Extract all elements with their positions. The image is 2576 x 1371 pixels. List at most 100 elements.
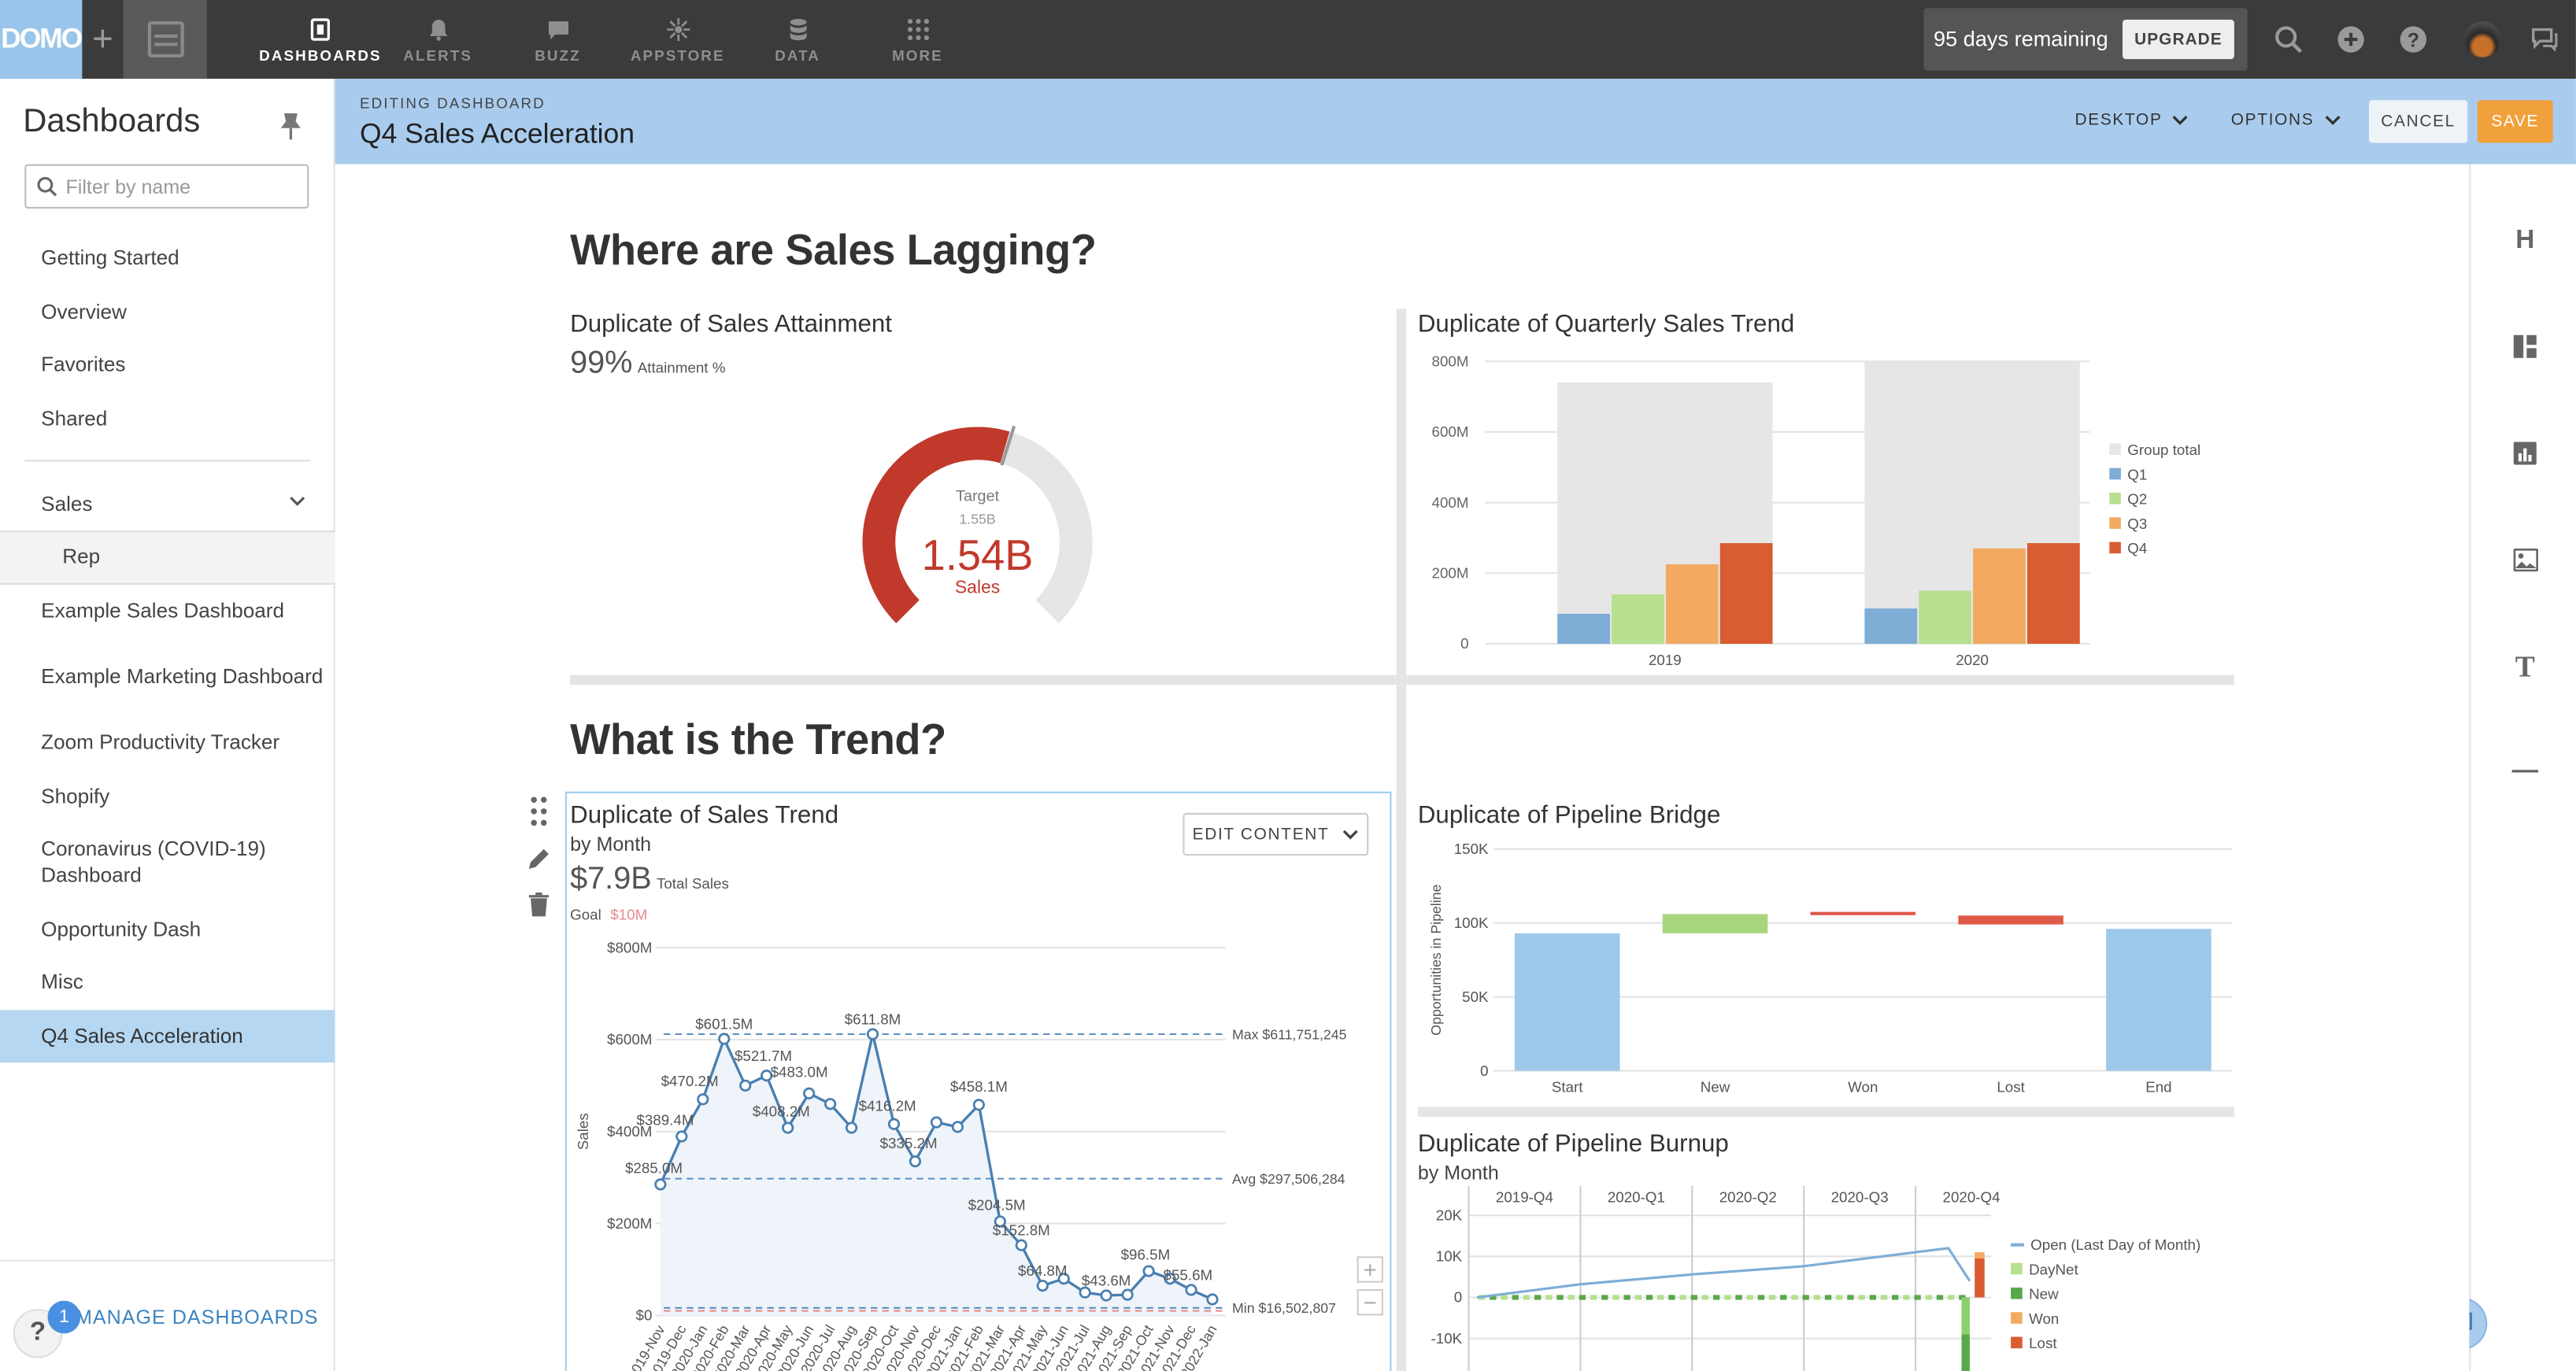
manage-dashboards-link[interactable]: MANAGE DASHBOARDS xyxy=(76,1306,319,1329)
row-resize-handle[interactable] xyxy=(570,674,2234,686)
bar-q3 xyxy=(1665,564,1719,644)
legend-item[interactable]: New xyxy=(2011,1281,2200,1306)
trash-icon[interactable] xyxy=(524,890,554,920)
edit-content-button[interactable]: EDIT CONTENT xyxy=(1183,812,1369,856)
search-button[interactable] xyxy=(2272,23,2305,56)
filter-input[interactable] xyxy=(65,172,296,202)
y-tick-label: -10K xyxy=(1431,1330,1463,1347)
legend-item[interactable]: Open (Last Day of Month) xyxy=(2011,1232,2200,1256)
sales-trend-summary: $7.9B Total Sales xyxy=(570,863,729,899)
nav-data[interactable]: DATA xyxy=(738,0,857,79)
legend-item[interactable]: Q1 xyxy=(2109,461,2200,486)
desktop-dropdown[interactable]: DESKTOP xyxy=(2075,112,2189,130)
sales-trend-chart: $800M$600M$400M$200M$0SalesMax $611,751,… xyxy=(575,939,1347,1371)
add-image-button[interactable] xyxy=(2510,545,2540,575)
bar-daynet xyxy=(1869,1295,1877,1300)
sidebar-item-sales[interactable]: Sales xyxy=(0,477,335,530)
sidebar-item-example-marketing-dashboard[interactable]: Example Marketing Dashboard xyxy=(0,637,335,716)
messages-button[interactable] xyxy=(2528,23,2561,56)
x-tick-label: Won xyxy=(1848,1079,1878,1096)
nav-buzz[interactable]: BUZZ xyxy=(498,0,617,79)
attainment-card-title[interactable]: Duplicate of Sales Attainment xyxy=(570,310,892,338)
editing-label: EDITING DASHBOARD xyxy=(359,95,546,112)
sidebar-item-favorites[interactable]: Favorites xyxy=(0,338,335,392)
add-plus-button[interactable]: + xyxy=(82,0,123,79)
sidebar-item-coronavirus-dashboard[interactable]: Coronavirus (COVID-19) Dashboard xyxy=(0,823,335,902)
domo-logo[interactable]: DOMO xyxy=(0,0,83,79)
nav-dashboards[interactable]: DASHBOARDS xyxy=(259,0,380,79)
bar-lost xyxy=(1958,915,2063,925)
legend-item[interactable]: Won xyxy=(2011,1306,2200,1330)
sidebar-item-opportunity-dash[interactable]: Opportunity Dash xyxy=(0,902,335,955)
bar-daynet xyxy=(1579,1295,1586,1300)
nav-appstore[interactable]: APPSTORE xyxy=(618,0,738,79)
zoom-in-button[interactable]: + xyxy=(1356,1256,1384,1283)
bar-daynet xyxy=(1724,1295,1731,1300)
pencil-icon[interactable] xyxy=(524,844,554,874)
legend-item[interactable]: Q3 xyxy=(2109,511,2200,535)
upgrade-button[interactable]: UPGRADE xyxy=(2123,20,2234,60)
column-resize-handle[interactable] xyxy=(1396,794,1407,1371)
data-point xyxy=(972,1099,985,1111)
add-separator-button[interactable]: — xyxy=(2510,757,2540,787)
legend-item[interactable]: Q2 xyxy=(2109,486,2200,511)
legend-item[interactable]: Group total xyxy=(2109,437,2200,461)
sidebar-item-example-sales-dashboard[interactable]: Example Sales Dashboard xyxy=(0,584,335,637)
data-label: $611.8M xyxy=(845,1011,901,1027)
drag-handle-icon[interactable] xyxy=(524,795,554,828)
legend-label: New xyxy=(2029,1284,2059,1302)
y-tick-label: 10K xyxy=(1436,1248,1463,1265)
cancel-button[interactable]: CANCEL xyxy=(2369,100,2468,143)
row-resize-handle[interactable] xyxy=(1417,1107,2234,1117)
options-dropdown[interactable]: OPTIONS xyxy=(2231,112,2341,130)
section-heading-trend: What is the Trend? xyxy=(570,714,946,764)
sidebar-item-q4-sales-acceleration[interactable]: Q4 Sales Acceleration xyxy=(0,1009,335,1063)
legend-label: Won xyxy=(2029,1310,2060,1327)
nav-more[interactable]: MORE xyxy=(857,0,977,79)
legend-swatch xyxy=(2109,517,2121,529)
column-resize-handle[interactable] xyxy=(1396,309,1407,838)
user-avatar[interactable] xyxy=(2464,21,2500,58)
save-button[interactable]: SAVE xyxy=(2477,100,2553,143)
bar-new xyxy=(1961,1334,1970,1371)
bar-daynet xyxy=(1545,1295,1553,1300)
bar-new xyxy=(1662,914,1768,933)
edit-content-label: EDIT CONTENT xyxy=(1192,825,1330,844)
create-button[interactable] xyxy=(2334,23,2367,56)
pin-button[interactable] xyxy=(279,112,302,142)
help-button[interactable]: ? xyxy=(2396,23,2430,56)
app-grid-button[interactable] xyxy=(123,0,207,79)
sidebar-item-rep[interactable]: Rep xyxy=(0,530,335,584)
add-text-button[interactable]: T xyxy=(2510,649,2540,682)
legend-item[interactable]: DayNet xyxy=(2011,1256,2200,1280)
add-layout-button[interactable] xyxy=(2510,332,2540,362)
sidebar-item-overview[interactable]: Overview xyxy=(0,285,335,338)
sidebar-item-misc[interactable]: Misc xyxy=(0,955,335,1009)
add-header-button[interactable]: H xyxy=(2510,227,2540,257)
pipeline-bridge-title[interactable]: Duplicate of Pipeline Bridge xyxy=(1418,801,1721,829)
zoom-out-button[interactable]: − xyxy=(1356,1289,1384,1316)
burnup-legend: Open (Last Day of Month) DayNet New Won … xyxy=(2011,1232,2200,1355)
add-chart-button[interactable] xyxy=(2510,438,2540,468)
goal-label: Goal xyxy=(570,906,601,923)
sales-trend-title[interactable]: Duplicate of Sales Trend xyxy=(570,801,838,829)
sidebar-item-getting-started[interactable]: Getting Started xyxy=(0,231,335,285)
sidebar-item-shopify[interactable]: Shopify xyxy=(0,770,335,823)
top-bar: DOMO + DASHBOARDS ALERTS BUZZ APPSTORE D… xyxy=(0,0,2576,79)
data-point xyxy=(1121,1288,1134,1301)
bar-lost xyxy=(1975,1258,1985,1298)
sidebar-item-zoom-productivity-tracker[interactable]: Zoom Productivity Tracker xyxy=(0,716,335,770)
y-tick-label: 0 xyxy=(1480,1062,1488,1079)
bar-daynet xyxy=(1512,1295,1519,1300)
dashboard-canvas: Where are Sales Lagging? Duplicate of Sa… xyxy=(335,164,2470,1371)
sidebar-item-shared[interactable]: Shared xyxy=(0,392,335,445)
legend-swatch xyxy=(2011,1312,2023,1324)
quarterly-card-title[interactable]: Duplicate of Quarterly Sales Trend xyxy=(1418,310,1794,338)
pipeline-burnup-title[interactable]: Duplicate of Pipeline Burnup xyxy=(1418,1130,1729,1158)
legend-item[interactable]: Q4 xyxy=(2109,535,2200,560)
quarter-label: 2020-Q1 xyxy=(1608,1188,1665,1205)
sales-trend-value-label: Total Sales xyxy=(656,875,729,892)
legend-item[interactable]: Lost xyxy=(2011,1330,2200,1354)
card-side-tools xyxy=(524,795,554,920)
nav-alerts[interactable]: ALERTS xyxy=(378,0,498,79)
